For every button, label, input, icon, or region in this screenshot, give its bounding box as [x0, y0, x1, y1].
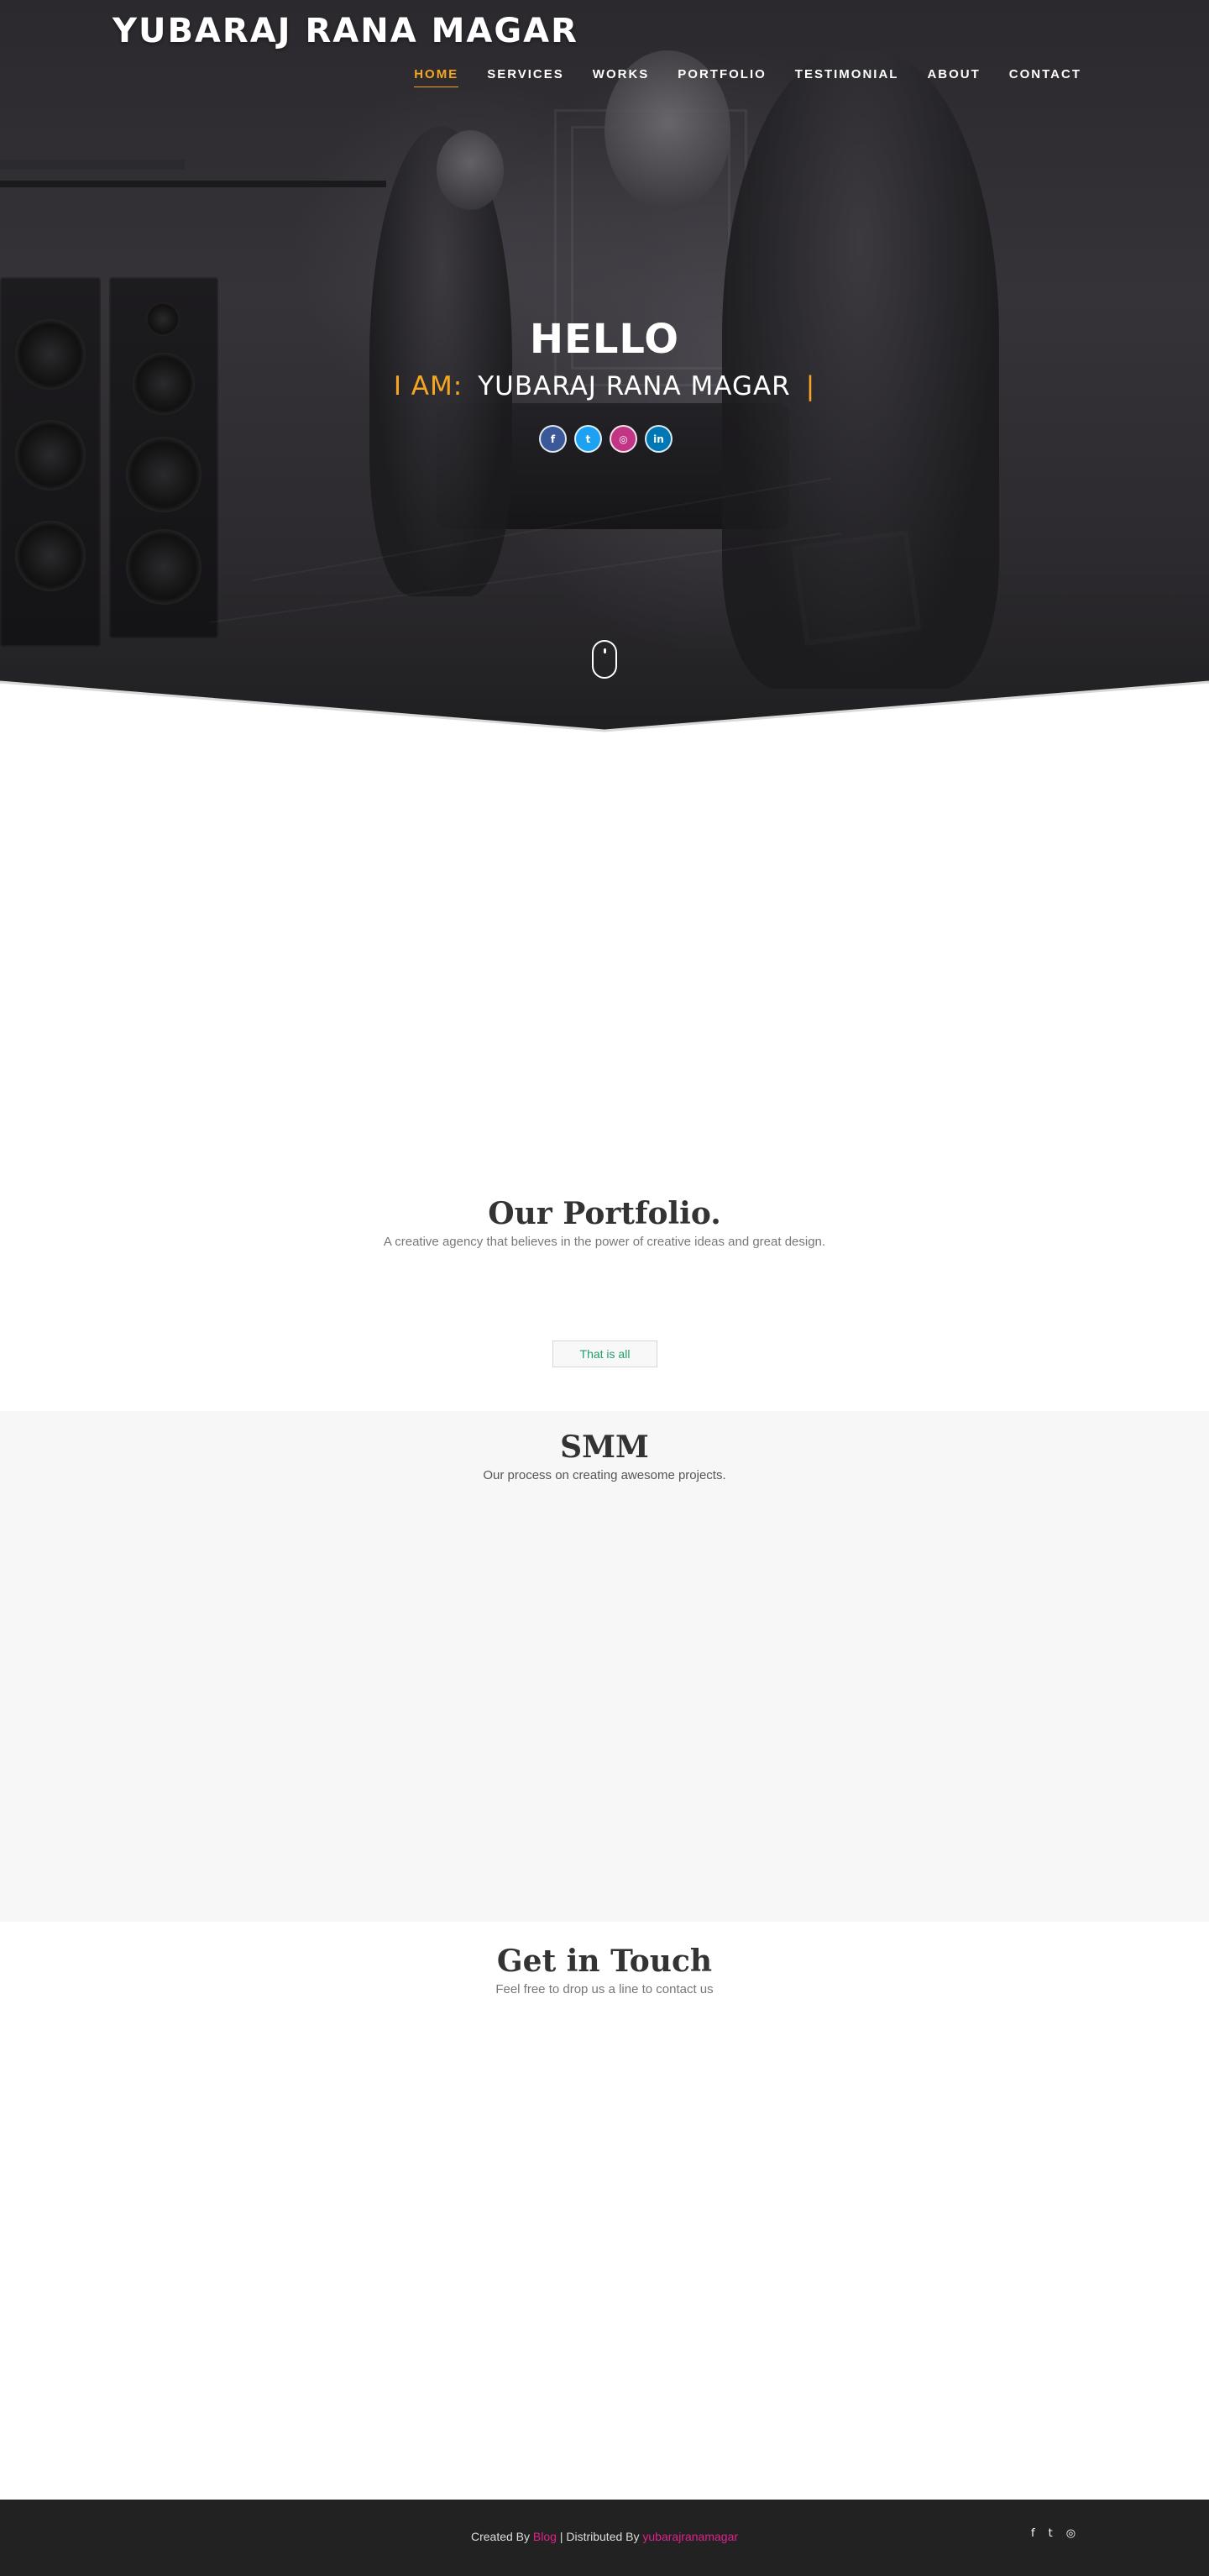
distributed-by-text: | Distributed By	[559, 2530, 640, 2543]
contact-title: Get in Touch	[496, 1944, 713, 1979]
instagram-icon[interactable]: ◎	[1066, 2527, 1076, 2540]
person-right	[722, 50, 999, 689]
iam-label: I AM:	[393, 371, 463, 401]
nav-home[interactable]: HOME	[414, 67, 459, 87]
footer-credit: Created By Blog | Distributed By yubaraj…	[0, 2530, 1209, 2543]
scroll-down-icon[interactable]	[592, 640, 617, 679]
hero-name: YUBARAJ RANA MAGAR	[478, 371, 791, 401]
footer: Created By Blog | Distributed By yubaraj…	[0, 2500, 1209, 2576]
nav-portfolio[interactable]: PORTFOLIO	[678, 67, 767, 87]
twitter-icon[interactable]: t	[574, 425, 602, 453]
nav-contact[interactable]: CONTACT	[1009, 67, 1081, 87]
typing-cursor: |	[805, 371, 816, 401]
hero-typed-line: I AM: YUBARAJ RANA MAGAR |	[0, 371, 1209, 401]
load-more-button[interactable]: That is all	[552, 1340, 657, 1367]
nav-about[interactable]: ABOUT	[927, 67, 980, 87]
instagram-icon[interactable]: ◎	[610, 425, 637, 453]
linkedin-icon[interactable]: in	[645, 425, 673, 453]
facebook-icon[interactable]: f	[539, 425, 567, 453]
hero-section: YUBARAJ RANA MAGAR HOME SERVICES WORKS P…	[0, 0, 1209, 739]
shelf-device	[0, 160, 185, 170]
smm-title: SMM	[560, 1430, 649, 1465]
created-by-text: Created By	[470, 2530, 531, 2543]
nav-testimonial[interactable]: TESTIMONIAL	[795, 67, 899, 87]
main-nav: HOME SERVICES WORKS PORTFOLIO TESTIMONIA…	[385, 67, 1081, 87]
smm-subtitle: Our process on creating awesome projects…	[483, 1468, 726, 1482]
hero-social-links: f t ◎ in	[539, 425, 673, 453]
nav-works[interactable]: WORKS	[593, 67, 650, 87]
contact-subtitle: Feel free to drop us a line to contact u…	[495, 1982, 714, 1996]
distributor-link[interactable]: yubarajranamagar	[642, 2530, 738, 2543]
smm-section: SMM Our process on creating awesome proj…	[0, 1411, 1209, 1922]
blog-link[interactable]: Blog	[533, 2530, 557, 2543]
facebook-icon[interactable]: f	[1031, 2527, 1035, 2540]
footer-social-links: f t ◎	[1031, 2527, 1076, 2540]
hero-greeting: HELLO	[529, 316, 680, 363]
site-logo[interactable]: YUBARAJ RANA MAGAR	[113, 12, 578, 50]
shelf	[0, 181, 386, 187]
twitter-icon[interactable]: t	[1049, 2527, 1053, 2540]
person-left-head	[437, 130, 504, 210]
portfolio-title: Our Portfolio.	[488, 1196, 721, 1231]
portfolio-subtitle: A creative agency that believes in the p…	[383, 1235, 826, 1249]
nav-services[interactable]: SERVICES	[487, 67, 564, 87]
hero-divider	[0, 680, 1209, 739]
